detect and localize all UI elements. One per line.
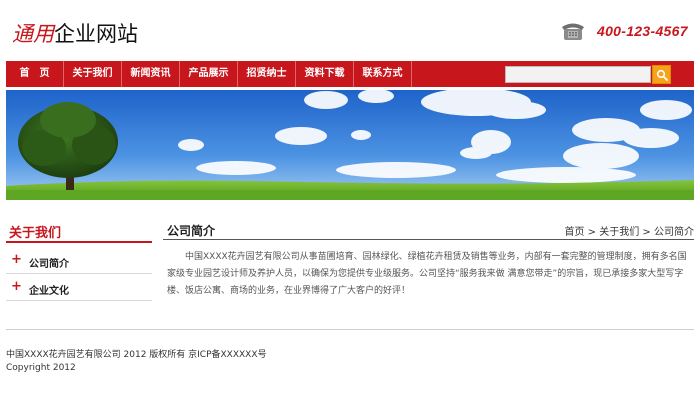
page-title: 公司简介 bbox=[167, 224, 216, 238]
nav-item-products[interactable]: 产品展示 bbox=[180, 61, 238, 87]
nav-item-home[interactable]: 首 页 bbox=[6, 61, 64, 87]
sidebar-item-label: 企业文化 bbox=[29, 286, 69, 297]
banner-landscape bbox=[6, 90, 694, 200]
main-nav: 首 页 关于我们 新闻资讯 产品展示 招贤纳士 资料下载 联系方式 bbox=[6, 61, 694, 87]
sidebar-item-corporate-culture[interactable]: + 企业文化 bbox=[6, 275, 152, 301]
banner-image bbox=[6, 90, 694, 200]
logo-red-text: 通用 bbox=[12, 22, 54, 46]
footer-copyright-year: Copyright 2012 bbox=[6, 363, 76, 373]
breadcrumb-separator: > bbox=[584, 227, 600, 238]
nav-item-about[interactable]: 关于我们 bbox=[64, 61, 122, 87]
nav-item-news[interactable]: 新闻资讯 bbox=[122, 61, 180, 87]
breadcrumb-separator: > bbox=[639, 227, 654, 238]
breadcrumb-about[interactable]: 关于我们 bbox=[599, 227, 639, 238]
sidebar-title: 关于我们 bbox=[9, 226, 62, 241]
site-header: 通用企业网站 400-123-4567 bbox=[0, 0, 700, 60]
search-icon bbox=[656, 69, 668, 81]
plus-icon: + bbox=[11, 252, 22, 267]
breadcrumb: 首页 > 关于我们 > 公司简介 bbox=[565, 223, 695, 238]
search-button[interactable] bbox=[652, 65, 671, 84]
sidebar-title-divider bbox=[6, 241, 152, 243]
nav-item-contact[interactable]: 联系方式 bbox=[354, 61, 412, 87]
logo-black-text: 企业网站 bbox=[54, 22, 138, 46]
search-input[interactable] bbox=[505, 66, 651, 83]
content-divider bbox=[163, 239, 694, 240]
nav-item-jobs[interactable]: 招贤纳士 bbox=[238, 61, 296, 87]
footer-divider bbox=[6, 329, 694, 330]
phone-icon bbox=[562, 23, 584, 40]
sidebar-item-company-profile[interactable]: + 公司简介 bbox=[6, 248, 152, 274]
site-logo[interactable]: 通用企业网站 bbox=[12, 18, 138, 48]
plus-icon: + bbox=[11, 279, 22, 294]
breadcrumb-home[interactable]: 首页 bbox=[565, 227, 585, 238]
company-profile-text: 中国XXXX花卉园艺有限公司从事苗圃培育、园林绿化、绿植花卉租赁及销售等业务，内… bbox=[167, 252, 687, 296]
nav-item-downloads[interactable]: 资料下载 bbox=[296, 61, 354, 87]
sidebar-item-label: 公司简介 bbox=[29, 259, 69, 270]
phone-number: 400-123-4567 bbox=[597, 23, 688, 39]
breadcrumb-current: 公司简介 bbox=[654, 227, 694, 238]
footer-copyright-line: 中国XXXX花卉园艺有限公司 2012 版权所有 京ICP备XXXXXX号 bbox=[6, 350, 267, 360]
nav-items: 首 页 关于我们 新闻资讯 产品展示 招贤纳士 资料下载 联系方式 bbox=[6, 61, 412, 87]
